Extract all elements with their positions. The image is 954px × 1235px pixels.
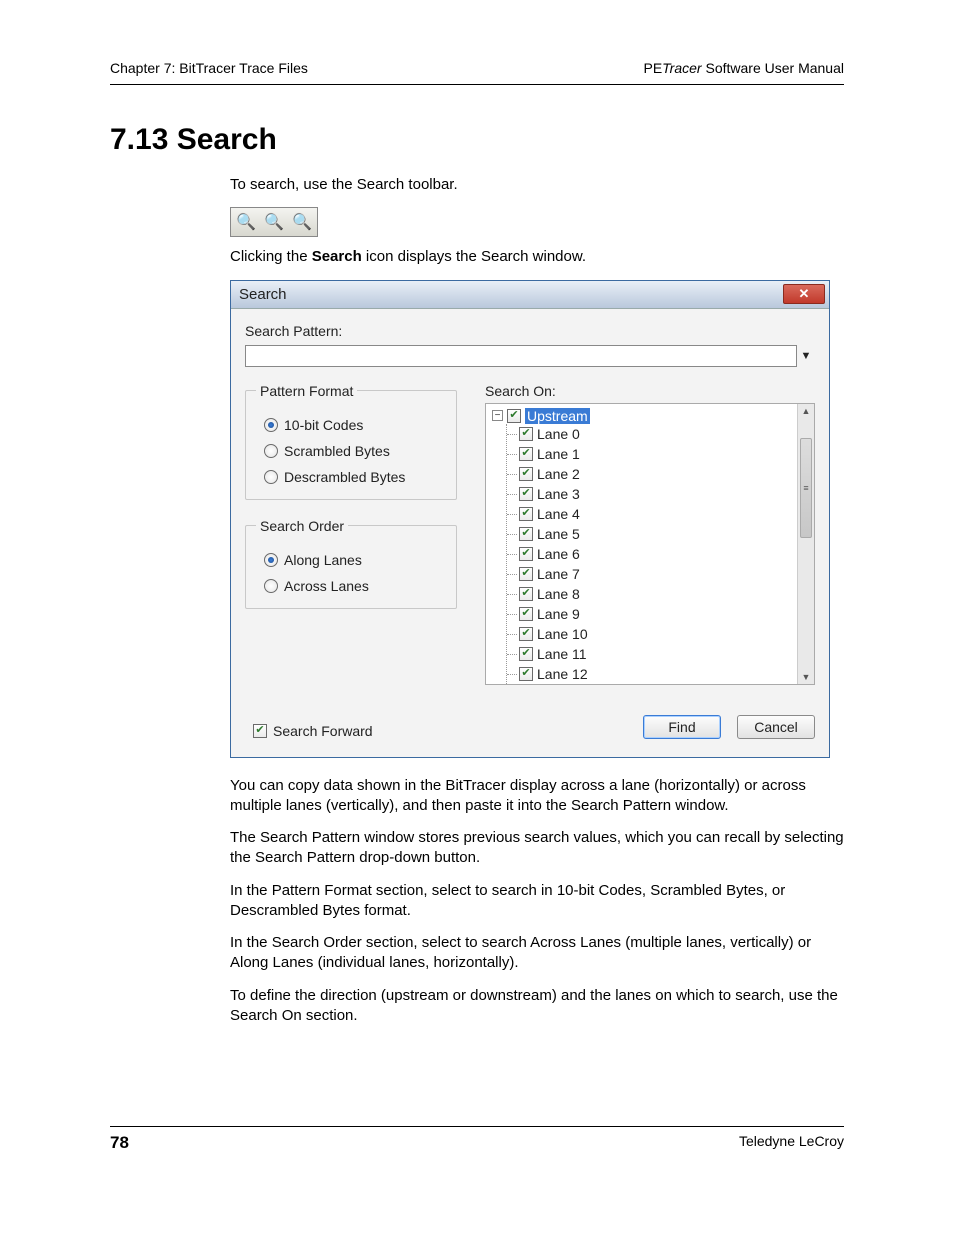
- search-prev-icon: 🔍: [263, 211, 285, 233]
- checkbox-icon[interactable]: [519, 667, 533, 681]
- tree-item-label: Lane 9: [537, 606, 580, 622]
- search-order-legend: Search Order: [256, 518, 348, 534]
- tree-item-label: Lane 4: [537, 506, 580, 522]
- page-header: Chapter 7: BitTracer Trace Files PETrace…: [110, 60, 844, 85]
- tree-item-label: Lane 10: [537, 626, 588, 642]
- search-pattern-label: Search Pattern:: [245, 323, 815, 339]
- cancel-button[interactable]: Cancel: [737, 715, 815, 739]
- page-footer: 78 Teledyne LeCroy: [110, 1126, 844, 1153]
- checkbox-icon[interactable]: [519, 587, 533, 601]
- tree-root-upstream[interactable]: − Upstream: [492, 408, 793, 424]
- search-forward-checkbox[interactable]: Search Forward: [253, 723, 373, 739]
- radio-descrambled-bytes[interactable]: Descrambled Bytes: [264, 469, 446, 485]
- radio-icon: [264, 470, 278, 484]
- checkbox-icon[interactable]: [519, 427, 533, 441]
- search-toolbar-image: 🔍 🔍 🔍: [230, 207, 318, 237]
- collapse-icon[interactable]: −: [492, 410, 503, 421]
- body-para: To define the direction (upstream or dow…: [230, 986, 844, 1027]
- radio-scrambled-bytes[interactable]: Scrambled Bytes: [264, 443, 446, 459]
- checkbox-icon[interactable]: [519, 647, 533, 661]
- intro-line-1: To search, use the Search toolbar.: [230, 175, 844, 195]
- tree-item-lane[interactable]: Lane 3: [507, 484, 793, 504]
- checkbox-icon: [253, 724, 267, 738]
- tree-item-label: Lane 12: [537, 666, 588, 682]
- tree-item-label: Lane 7: [537, 566, 580, 582]
- radio-icon: [264, 579, 278, 593]
- dialog-title: Search: [239, 286, 287, 303]
- dialog-titlebar: Search ✕: [231, 281, 829, 309]
- radio-icon: [264, 418, 278, 432]
- tree-item-label: Lane 6: [537, 546, 580, 562]
- search-pattern-input[interactable]: [245, 345, 797, 367]
- radio-across-lanes[interactable]: Across Lanes: [264, 578, 446, 594]
- intro-line-2: Clicking the Search icon displays the Se…: [230, 247, 844, 267]
- tree-item-label: Lane 3: [537, 486, 580, 502]
- tree-item-lane[interactable]: Lane 1: [507, 444, 793, 464]
- header-left: Chapter 7: BitTracer Trace Files: [110, 60, 308, 76]
- scroll-up-icon[interactable]: ▲: [798, 404, 814, 418]
- pattern-format-group: Pattern Format 10-bit Codes Scrambled By…: [245, 383, 457, 500]
- page-number: 78: [110, 1133, 129, 1153]
- checkbox-icon[interactable]: [519, 527, 533, 541]
- tree-scrollbar[interactable]: ▲ ≡ ▼: [797, 404, 814, 684]
- body-para: The Search Pattern window stores previou…: [230, 828, 844, 869]
- radio-icon: [264, 553, 278, 567]
- close-icon: ✕: [799, 286, 810, 302]
- dialog-close-button[interactable]: ✕: [783, 284, 825, 304]
- search-pattern-dropdown-button[interactable]: ▼: [797, 345, 815, 367]
- checkbox-icon[interactable]: [519, 607, 533, 621]
- tree-item-lane[interactable]: Lane 7: [507, 564, 793, 584]
- scroll-thumb[interactable]: ≡: [800, 438, 812, 538]
- checkbox-icon[interactable]: [519, 447, 533, 461]
- checkbox-icon[interactable]: [507, 409, 521, 423]
- checkbox-icon[interactable]: [519, 467, 533, 481]
- tree-item-lane[interactable]: Lane 5: [507, 524, 793, 544]
- checkbox-icon[interactable]: [519, 507, 533, 521]
- header-right: PETracer Software User Manual: [643, 60, 844, 76]
- scroll-down-icon[interactable]: ▼: [798, 670, 814, 684]
- search-on-label: Search On:: [485, 383, 815, 399]
- footer-vendor: Teledyne LeCroy: [739, 1133, 844, 1153]
- pattern-format-legend: Pattern Format: [256, 383, 357, 399]
- search-next-icon: 🔍: [291, 211, 313, 233]
- body-para: You can copy data shown in the BitTracer…: [230, 776, 844, 817]
- tree-item-label: Lane 2: [537, 466, 580, 482]
- search-dialog: Search ✕ Search Pattern: ▼ Pattern Forma…: [230, 280, 830, 758]
- checkbox-icon[interactable]: [519, 627, 533, 641]
- tree-item-label: Lane 11: [537, 646, 587, 662]
- tree-item-label: Lane 0: [537, 426, 580, 442]
- search-icon: 🔍: [235, 211, 257, 233]
- tree-item-lane[interactable]: Lane 6: [507, 544, 793, 564]
- tree-item-lane[interactable]: Lane 11: [507, 644, 793, 664]
- search-on-tree: − Upstream Lane 0 Lane 1 Lane 2 Lane 3 Lane …: [485, 403, 815, 685]
- tree-item-lane[interactable]: Lane 10: [507, 624, 793, 644]
- body-para: In the Search Order section, select to s…: [230, 933, 844, 974]
- checkbox-icon[interactable]: [519, 567, 533, 581]
- tree-item-lane[interactable]: Lane 12: [507, 664, 793, 684]
- radio-along-lanes[interactable]: Along Lanes: [264, 552, 446, 568]
- checkbox-icon[interactable]: [519, 547, 533, 561]
- section-title: 7.13 Search: [110, 123, 844, 157]
- checkbox-icon[interactable]: [519, 487, 533, 501]
- tree-item-lane[interactable]: Lane 0: [507, 424, 793, 444]
- radio-icon: [264, 444, 278, 458]
- body-para: In the Pattern Format section, select to…: [230, 881, 844, 922]
- find-button[interactable]: Find: [643, 715, 721, 739]
- tree-item-lane[interactable]: Lane 9: [507, 604, 793, 624]
- tree-item-label: Lane 5: [537, 526, 580, 542]
- tree-item-label: Lane 1: [537, 446, 580, 462]
- radio-10bit-codes[interactable]: 10-bit Codes: [264, 417, 446, 433]
- tree-item-lane[interactable]: Lane 2: [507, 464, 793, 484]
- search-order-group: Search Order Along Lanes Across Lanes: [245, 518, 457, 609]
- tree-item-lane[interactable]: Lane 8: [507, 584, 793, 604]
- tree-item-label: Lane 8: [537, 586, 580, 602]
- tree-item-lane[interactable]: Lane 4: [507, 504, 793, 524]
